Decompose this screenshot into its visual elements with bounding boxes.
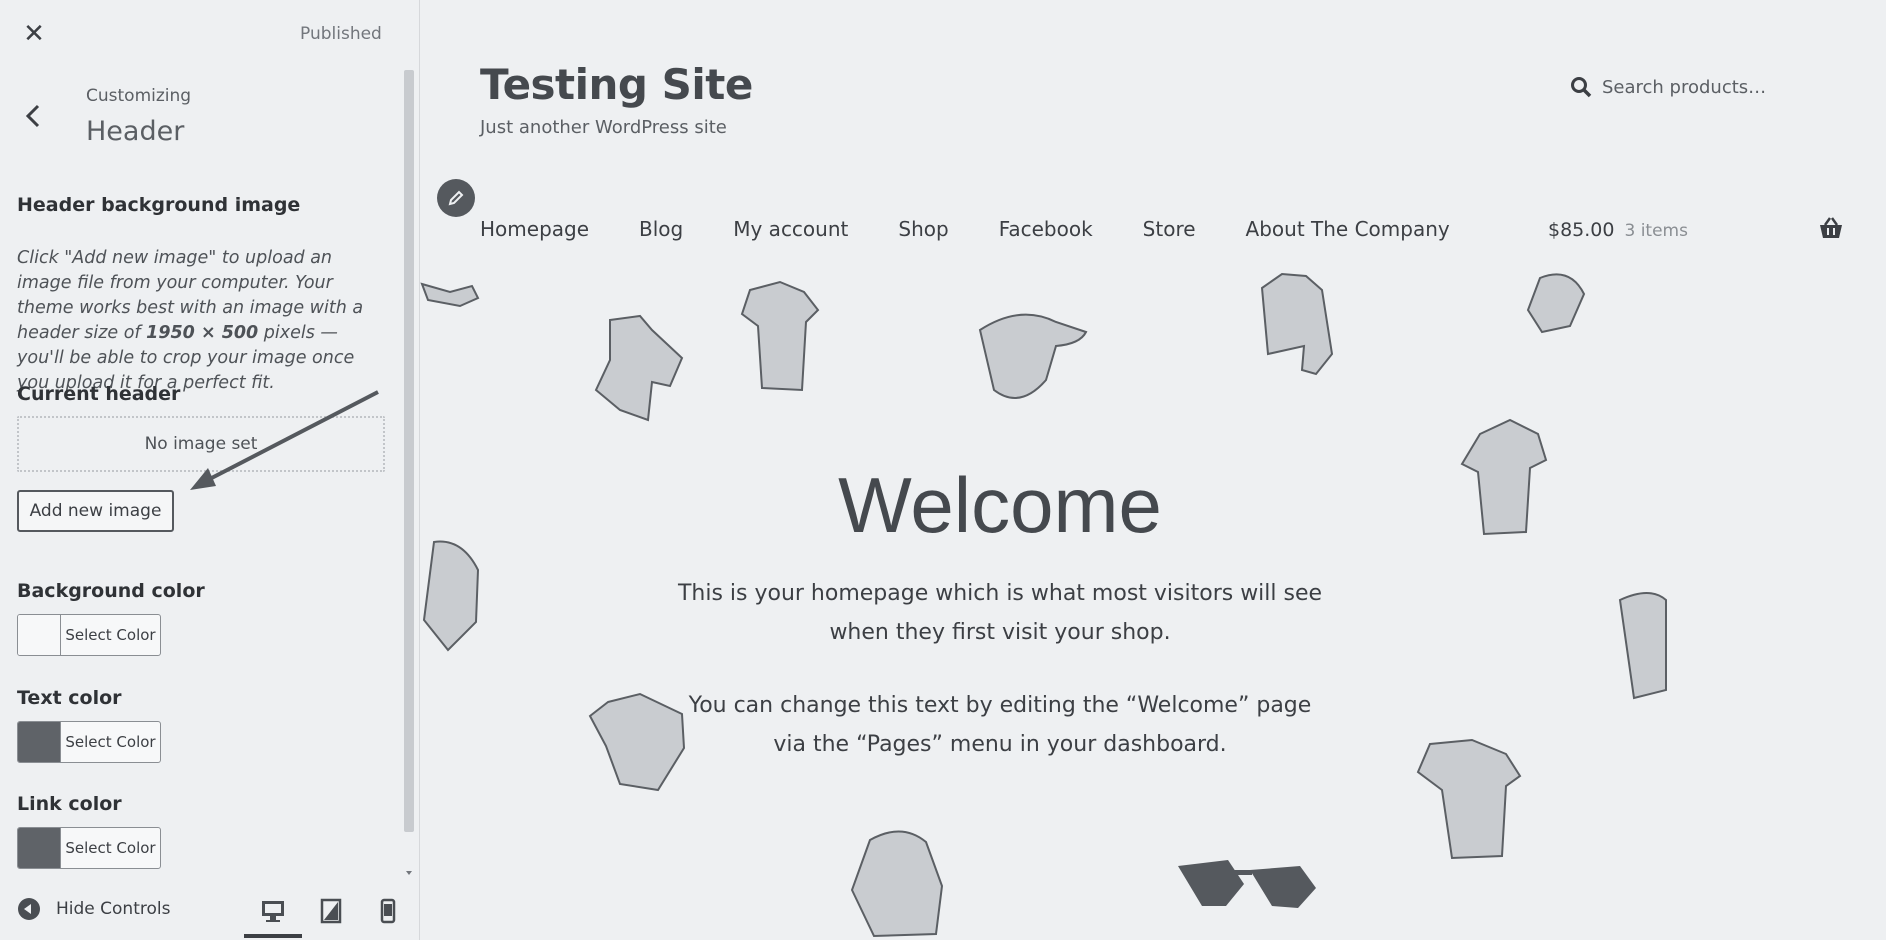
annotation-arrow <box>190 390 379 490</box>
collapse-icon <box>18 898 40 920</box>
cart-total: $85.00 <box>1548 219 1615 241</box>
select-color-label: Select Color <box>65 733 156 751</box>
select-color-label: Select Color <box>65 839 156 857</box>
color-swatch <box>18 828 61 868</box>
current-header-title: Current header <box>17 383 181 405</box>
welcome-section: Welcome This is your homepage which is w… <box>670 460 1330 764</box>
nav-item-my-account[interactable]: My account <box>733 217 848 241</box>
site-tagline: Just another WordPress site <box>480 117 727 138</box>
nav-item-about[interactable]: About The Company <box>1246 217 1450 241</box>
welcome-paragraph-1: This is your homepage which is what most… <box>677 581 1323 645</box>
publish-status[interactable]: Published <box>300 24 382 44</box>
back-button[interactable] <box>18 96 50 136</box>
cart-item-count: 3 items <box>1624 221 1688 241</box>
background-color-picker[interactable]: Select Color <box>17 614 161 656</box>
color-swatch <box>18 615 61 655</box>
desktop-preview-button[interactable] <box>258 896 288 926</box>
cart-summary[interactable]: $85.00 3 items <box>1548 219 1688 241</box>
breadcrumb: Customizing <box>86 86 192 106</box>
hide-controls-button[interactable]: Hide Controls <box>18 898 170 920</box>
tablet-icon <box>320 898 342 924</box>
hide-controls-label: Hide Controls <box>56 899 171 919</box>
nav-item-facebook[interactable]: Facebook <box>999 217 1093 241</box>
nav-item-shop[interactable]: Shop <box>898 217 948 241</box>
link-color-picker[interactable]: Select Color <box>17 827 161 869</box>
nav-item-blog[interactable]: Blog <box>639 217 683 241</box>
chevron-left-icon <box>25 104 40 128</box>
sidebar-scrollbar[interactable] <box>404 70 414 832</box>
header-bg-image-title: Header background image <box>17 194 301 216</box>
select-color-label: Select Color <box>65 626 156 644</box>
section-title: Header <box>86 116 185 147</box>
search-icon <box>1571 77 1592 98</box>
text-color-title: Text color <box>17 687 122 709</box>
pencil-icon <box>448 190 464 206</box>
cart-button[interactable] <box>1818 216 1844 244</box>
add-new-image-button[interactable]: Add new image <box>17 490 174 532</box>
product-search[interactable]: Search products… <box>1570 76 1766 98</box>
background-color-title: Background color <box>17 580 205 602</box>
primary-navigation: Homepage Blog My account Shop Facebook S… <box>480 217 1500 241</box>
mobile-icon <box>380 898 396 924</box>
desktop-icon <box>262 901 284 922</box>
nav-item-store[interactable]: Store <box>1143 217 1196 241</box>
basket-icon <box>1820 217 1842 238</box>
customizer-sidebar: ✕ Published Customizing Header Header ba… <box>0 0 420 940</box>
color-swatch <box>18 722 61 762</box>
tablet-preview-button[interactable] <box>316 896 346 926</box>
link-color-title: Link color <box>17 793 122 815</box>
site-preview: Testing Site Just another WordPress site… <box>420 0 1886 940</box>
active-device-indicator <box>244 934 302 938</box>
scroll-down-arrow[interactable] <box>404 862 414 875</box>
text-color-picker[interactable]: Select Color <box>17 721 161 763</box>
welcome-title: Welcome <box>838 461 1162 549</box>
header-bg-description: Click "Add new image" to upload an image… <box>17 246 387 396</box>
welcome-paragraph-2: You can change this text by editing the … <box>688 693 1312 757</box>
customizer-footer: Hide Controls <box>0 890 420 940</box>
nav-item-homepage[interactable]: Homepage <box>480 217 589 241</box>
edit-shortcut-button[interactable] <box>437 179 475 217</box>
site-title[interactable]: Testing Site <box>480 60 753 109</box>
search-placeholder: Search products… <box>1602 76 1767 98</box>
desc-size: 1950 × 500 <box>146 323 259 343</box>
close-customizer-button[interactable]: ✕ <box>18 18 50 50</box>
mobile-preview-button[interactable] <box>373 896 403 926</box>
